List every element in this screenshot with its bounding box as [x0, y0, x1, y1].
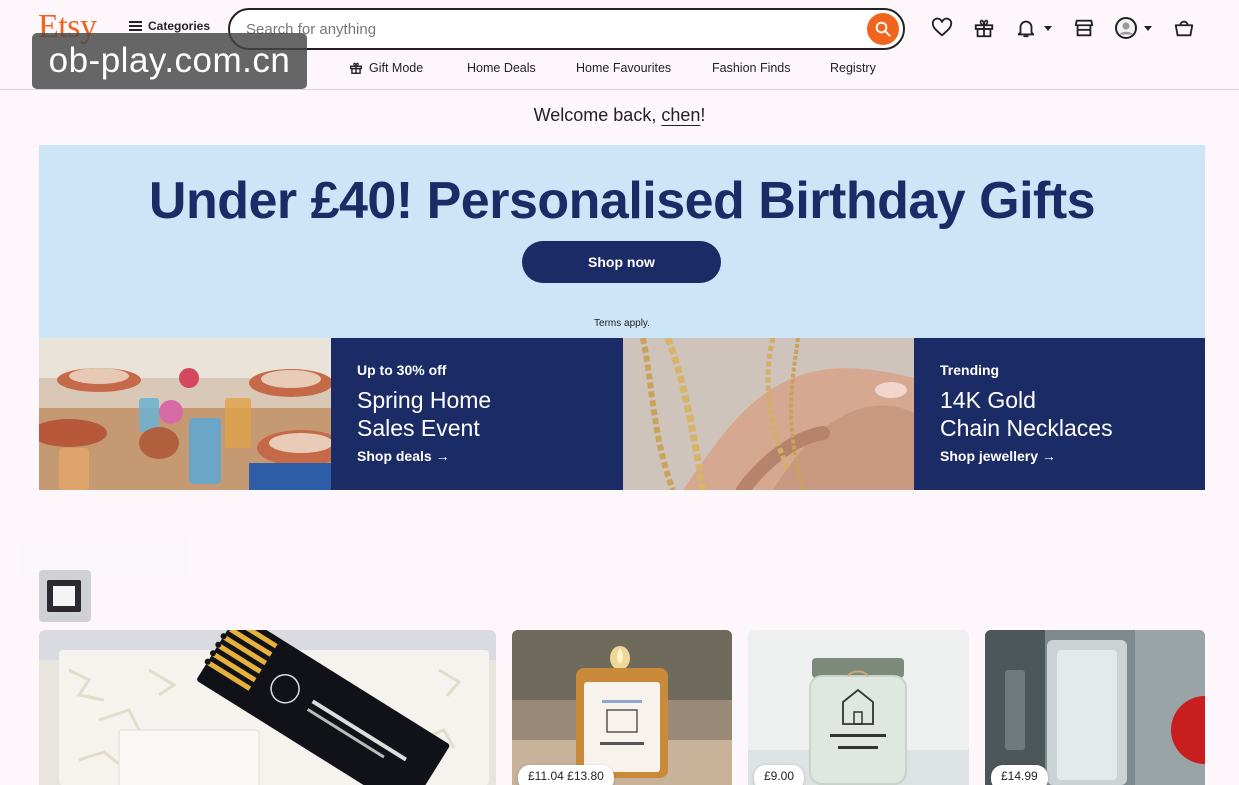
promo-title-line: Spring Home: [357, 387, 492, 413]
promo-title-line: Chain Necklaces: [940, 415, 1113, 441]
nav-home-favourites[interactable]: Home Favourites: [576, 61, 671, 75]
username-link[interactable]: chen: [661, 105, 700, 125]
glassware-image: [985, 630, 1205, 785]
price-tag: £14.99: [991, 765, 1048, 785]
product-card-jar[interactable]: £9.00: [748, 630, 969, 785]
nav-label: Home Favourites: [576, 61, 672, 75]
promo-image-jewellery[interactable]: [623, 338, 914, 490]
search-icon: [875, 21, 891, 37]
nav-home-deals[interactable]: Home Deals: [467, 61, 536, 75]
gift-box-thumbnail: [39, 570, 91, 622]
nav-label: Gift Mode: [369, 61, 424, 75]
promo-kicker: Up to 30% off: [357, 362, 447, 378]
section-thumbnail[interactable]: [39, 570, 91, 622]
promo-title: Spring Home Sales Event: [357, 386, 491, 442]
price-tag: £11.04 £13.80: [518, 765, 614, 785]
gift-icon: [974, 19, 994, 38]
header-divider: [0, 89, 1239, 90]
nav-label: Fashion Finds: [712, 61, 791, 75]
terms-text: Terms apply.: [594, 318, 650, 329]
cart-icon: [1174, 20, 1194, 37]
gift-icon: [350, 62, 362, 74]
promo-title-line: 14K Gold: [940, 387, 1036, 413]
product-card-matches[interactable]: [39, 630, 496, 785]
promo-kicker: Trending: [940, 362, 1000, 378]
cart-button[interactable]: [1170, 14, 1198, 42]
watermark: ob-play.com.cn: [32, 33, 307, 89]
nav-registry[interactable]: Registry: [830, 61, 876, 75]
categories-label: Categories: [148, 19, 211, 33]
promo-image-home[interactable]: [39, 338, 331, 490]
promo-title: 14K Gold Chain Necklaces: [940, 386, 1113, 442]
welcome-prefix: Welcome back,: [533, 105, 662, 125]
product-card-glass[interactable]: £14.99: [985, 630, 1205, 785]
nav-fashion-finds[interactable]: Fashion Finds: [712, 61, 791, 75]
jar-candle-image: [748, 630, 969, 785]
nav-gift-mode[interactable]: Gift Mode: [349, 61, 423, 75]
heart-icon: [931, 17, 953, 37]
shop-manager-button[interactable]: [1070, 14, 1098, 42]
account-icon: [1115, 17, 1137, 39]
product-card-candle[interactable]: £11.04 £13.80: [512, 630, 732, 785]
welcome-suffix: !: [700, 105, 706, 125]
hero-title: Under £40! Personalised Birthday Gifts: [148, 172, 1096, 230]
candle-jar-image: [512, 630, 732, 785]
search-input[interactable]: [246, 18, 846, 40]
gold-chain-image: [623, 338, 914, 490]
tableware-image: [39, 338, 331, 490]
welcome-message: Welcome back, chen!: [0, 105, 1239, 126]
hero-banner: Under £40! Personalised Birthday Gifts S…: [39, 145, 1205, 338]
shop-deals-link[interactable]: Shop deals →: [357, 448, 450, 464]
promo-gold-chains[interactable]: Trending 14K Gold Chain Necklaces Shop j…: [914, 338, 1205, 490]
chevron-down-icon[interactable]: [1044, 26, 1052, 31]
notifications-button[interactable]: [1012, 14, 1040, 42]
menu-icon: [129, 21, 142, 31]
categories-button[interactable]: Categories: [129, 19, 210, 33]
search-bar: [228, 8, 905, 50]
account-button[interactable]: [1112, 14, 1140, 42]
shop-now-button[interactable]: Shop now: [522, 241, 721, 283]
promo-title-line: Sales Event: [357, 415, 480, 441]
search-button[interactable]: [867, 13, 899, 45]
matches-gift-box-image: [39, 630, 496, 785]
chevron-down-icon[interactable]: [1144, 26, 1152, 31]
nav-label: Home Deals: [467, 61, 536, 75]
favourites-button[interactable]: [928, 14, 956, 42]
shop-jewellery-link[interactable]: Shop jewellery →: [940, 448, 1056, 464]
gift-mode-button[interactable]: [970, 14, 998, 42]
promo-spring-home[interactable]: Up to 30% off Spring Home Sales Event Sh…: [331, 338, 623, 490]
price-tag: £9.00: [754, 765, 805, 785]
store-icon: [1074, 19, 1094, 37]
nav-label: Registry: [830, 61, 876, 75]
bell-icon: [1017, 20, 1035, 38]
